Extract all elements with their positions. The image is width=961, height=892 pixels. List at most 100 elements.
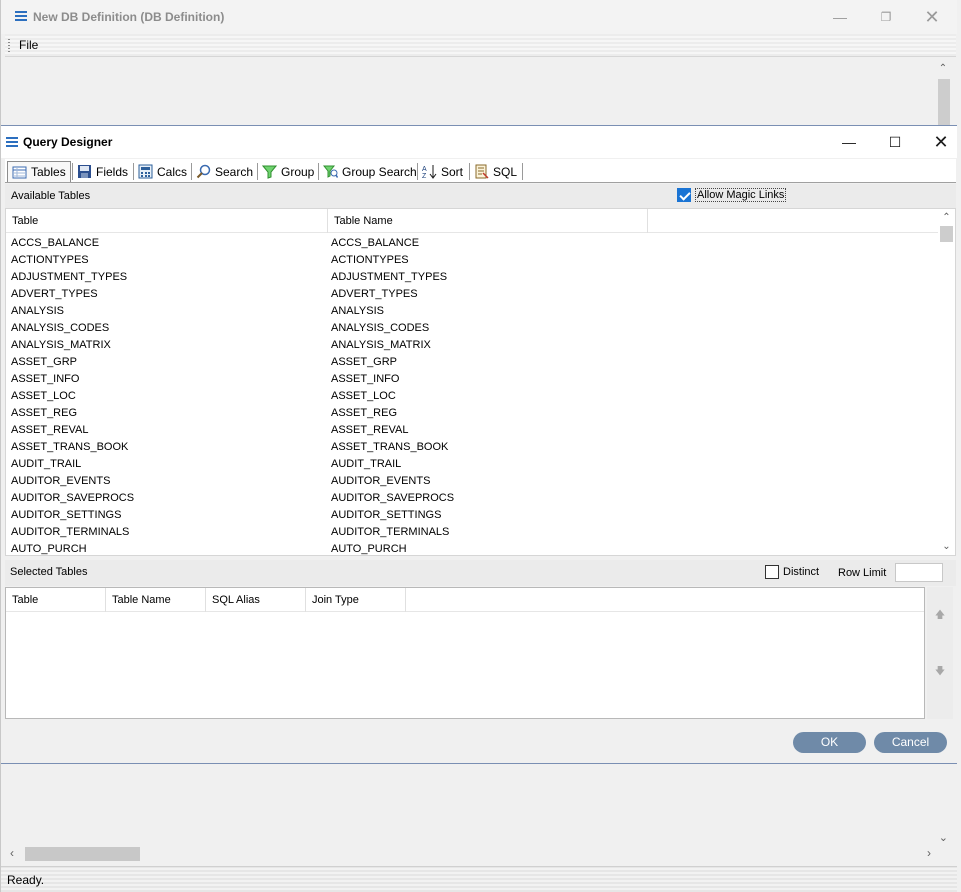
tab-group-label: Group: [281, 164, 315, 179]
tab-search-label: Search: [215, 164, 254, 179]
table-cell: ASSET_REVAL: [11, 424, 89, 436]
qd-maximize-button[interactable]: ☐: [872, 126, 918, 158]
tab-fields-label: Fields: [96, 164, 129, 179]
tab-sort[interactable]: AZ Sort: [418, 161, 467, 182]
table-row[interactable]: ASSET_REVAL ASSET_REVAL: [6, 422, 936, 439]
table-row[interactable]: AUDITOR_EVENTS AUDITOR_EVENTS: [6, 473, 936, 490]
selected-tables-grid[interactable]: Table Table Name SQL Alias Join Type: [5, 587, 925, 719]
table-row[interactable]: AUDITOR_SAVEPROCS AUDITOR_SAVEPROCS: [6, 490, 936, 507]
outer-close-button[interactable]: ✕: [909, 0, 955, 34]
outer-title-bar: New DB Definition (DB Definition) — ❐ ✕: [1, 0, 957, 34]
horizontal-scroll-thumb[interactable]: [25, 847, 140, 861]
scroll-down-icon[interactable]: ⌄: [938, 541, 955, 552]
available-tables-grid[interactable]: Table Table Name ACCS_BALANCE ACCS_BALANC…: [5, 208, 956, 556]
query-designer-window: Query Designer — ☐ ✕ Tables Fields Calcs…: [1, 125, 957, 764]
toolbar-grip[interactable]: [8, 39, 10, 53]
funnel-icon: [261, 164, 278, 179]
tab-search[interactable]: Search: [192, 161, 257, 182]
table-name-cell: ACCS_BALANCE: [331, 237, 420, 249]
table-row[interactable]: ANALYSIS_MATRIX ANALYSIS_MATRIX: [6, 337, 936, 354]
status-text: Ready.: [7, 873, 45, 887]
table-name-cell: AUDITOR_SAVEPROCS: [331, 492, 455, 504]
table-row[interactable]: ANALYSIS ANALYSIS: [6, 303, 936, 320]
allow-magic-links-checkbox[interactable]: [677, 188, 691, 202]
column-header-join-type[interactable]: Join Type: [306, 588, 406, 612]
table-row[interactable]: ASSET_TRANS_BOOK ASSET_TRANS_BOOK: [6, 439, 936, 456]
distinct-label[interactable]: Distinct: [783, 566, 819, 578]
upper-content-area: ⌃: [5, 57, 956, 125]
tab-sql[interactable]: SQL: [470, 161, 521, 182]
allow-magic-links-label[interactable]: Allow Magic Links: [695, 188, 787, 202]
distinct-checkbox[interactable]: [765, 565, 779, 579]
available-tables-vertical-scrollbar[interactable]: ⌃ ⌄: [938, 209, 955, 555]
table-cell: AUTO_PURCH: [11, 543, 87, 555]
selected-tables-header: Selected Tables Distinct Row Limit: [5, 560, 956, 586]
column-header-sql-alias[interactable]: SQL Alias: [206, 588, 306, 612]
table-name-cell: AUDITOR_SETTINGS: [331, 509, 442, 521]
scroll-left-icon[interactable]: ‹: [10, 846, 14, 860]
table-row[interactable]: AUDITOR_TERMINALS AUDITOR_TERMINALS: [6, 524, 936, 541]
selected-tables-label: Selected Tables: [10, 566, 88, 578]
outer-minimize-button[interactable]: —: [817, 0, 863, 34]
horizontal-scrollbar[interactable]: ‹ ›: [5, 845, 936, 863]
table-cell: AUDITOR_SAVEPROCS: [11, 492, 135, 504]
query-designer-menu-icon: [6, 137, 18, 147]
cancel-button[interactable]: Cancel: [874, 732, 947, 753]
status-bar: Ready.: [1, 866, 957, 892]
table-row[interactable]: AUDITOR_SETTINGS AUDITOR_SETTINGS: [6, 507, 936, 524]
table-name-cell: ANALYSIS: [331, 305, 384, 317]
table-row[interactable]: ADVERT_TYPES ADVERT_TYPES: [6, 286, 936, 303]
outer-restore-button[interactable]: ❐: [863, 0, 909, 34]
column-header-table[interactable]: Table: [6, 209, 328, 233]
table-name-cell: AUDITOR_EVENTS: [331, 475, 431, 487]
scroll-right-icon[interactable]: ›: [927, 846, 931, 860]
tab-group[interactable]: Group: [258, 161, 318, 182]
tab-calcs[interactable]: Calcs: [134, 161, 191, 182]
qd-close-button[interactable]: ✕: [918, 126, 961, 158]
scroll-up-icon[interactable]: ⌃: [938, 212, 955, 223]
tab-group-search[interactable]: Group Search: [319, 161, 421, 182]
table-row[interactable]: ADJUSTMENT_TYPES ADJUSTMENT_TYPES: [6, 269, 936, 286]
table-row[interactable]: AUTO_PURCH AUTO_PURCH: [6, 541, 936, 558]
tab-tables[interactable]: Tables: [7, 161, 71, 182]
table-cell: ANALYSIS_MATRIX: [11, 339, 111, 351]
table-row[interactable]: ACCS_BALANCE ACCS_BALANCE: [6, 235, 936, 252]
menu-file[interactable]: File: [19, 38, 38, 52]
allow-magic-links-toggle[interactable]: Allow Magic Links: [677, 187, 787, 203]
table-row[interactable]: ASSET_LOC ASSET_LOC: [6, 388, 936, 405]
outer-window: New DB Definition (DB Definition) — ❐ ✕ …: [0, 0, 961, 892]
table-row[interactable]: ANALYSIS_CODES ANALYSIS_CODES: [6, 320, 936, 337]
scroll-up-icon[interactable]: ⌃: [935, 63, 951, 74]
table-name-cell: ASSET_GRP: [331, 356, 398, 368]
funnel-search-icon: [322, 164, 339, 179]
scroll-down-icon[interactable]: ⌄: [939, 831, 948, 844]
table-name-cell: ASSET_INFO: [331, 373, 400, 385]
column-header-table-name[interactable]: Table Name: [106, 588, 206, 612]
upper-vertical-scrollbar[interactable]: ⌃: [935, 57, 951, 125]
column-header-table[interactable]: Table: [6, 588, 106, 612]
table-row[interactable]: ASSET_REG ASSET_REG: [6, 405, 936, 422]
table-row[interactable]: ASSET_INFO ASSET_INFO: [6, 371, 936, 388]
qd-minimize-button[interactable]: —: [826, 126, 872, 158]
table-name-cell: AUTO_PURCH: [331, 543, 407, 555]
reorder-buttons: 🡅 🡇: [927, 587, 953, 719]
svg-text:A: A: [422, 166, 427, 173]
tab-group-search-label: Group Search: [342, 164, 417, 179]
table-cell: ANALYSIS: [11, 305, 64, 317]
ok-button[interactable]: OK: [793, 732, 866, 753]
table-row[interactable]: AUDIT_TRAIL AUDIT_TRAIL: [6, 456, 936, 473]
table-name-cell: ASSET_TRANS_BOOK: [331, 441, 449, 453]
table-row[interactable]: ASSET_GRP ASSET_GRP: [6, 354, 936, 371]
move-down-icon[interactable]: 🡇: [934, 664, 946, 677]
scroll-thumb[interactable]: [940, 226, 953, 242]
tab-fields[interactable]: Fields: [73, 161, 132, 182]
column-header-table-name[interactable]: Table Name: [328, 209, 648, 233]
svg-text:Z: Z: [422, 173, 427, 179]
distinct-toggle[interactable]: Distinct: [765, 565, 819, 579]
scroll-thumb[interactable]: [938, 79, 950, 125]
tab-sql-label: SQL: [493, 164, 518, 179]
row-limit-input[interactable]: [895, 563, 943, 582]
table-row[interactable]: ACTIONTYPES ACTIONTYPES: [6, 252, 936, 269]
move-up-icon[interactable]: 🡅: [934, 608, 946, 621]
table-cell: AUDIT_TRAIL: [11, 458, 82, 470]
